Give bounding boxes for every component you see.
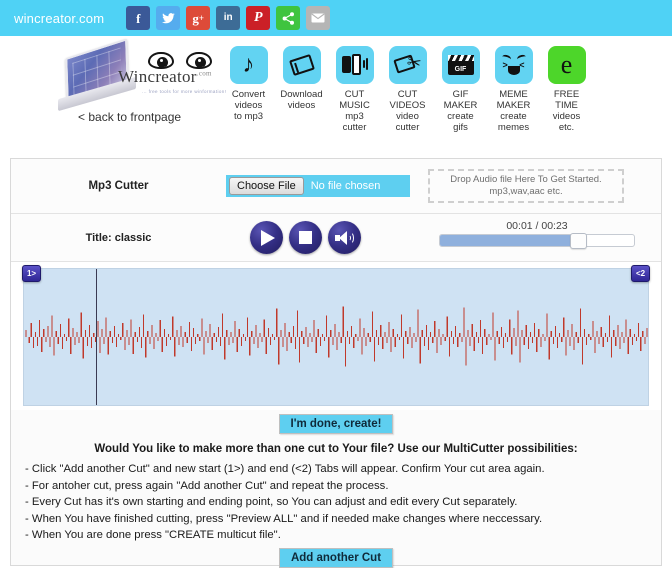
player-row: Title: classic 00:01 / 00:23 <box>11 214 661 262</box>
time-display: 00:01 / 00:23 <box>506 220 568 232</box>
tool-icon-menu: ♪ Convert videos to mp3 Download videos … <box>222 36 593 133</box>
brand-wordmark: Wincreator.com <box>118 67 238 87</box>
file-input-row: Mp3 Cutter Choose File No file chosen Dr… <box>11 159 661 214</box>
facebook-share-button[interactable]: f <box>126 6 151 30</box>
menu-label-download: Download videos <box>280 89 323 111</box>
tool-title: Mp3 Cutter <box>88 180 149 192</box>
multicutter-instructions: Would You like to make more than one cut… <box>11 443 661 544</box>
instruction-line: - For antoher cut, press again "Add anot… <box>25 479 389 492</box>
dropzone-line-1: Drop Audio file Here To Get Started. <box>450 174 602 185</box>
pinterest-share-button[interactable]: P <box>246 6 271 30</box>
phones-audio-icon <box>335 46 374 84</box>
brand-tagline: ... free tools for more winformation! <box>142 89 227 94</box>
progress-knob[interactable] <box>569 233 587 249</box>
brand-wordmark-suffix: .com <box>196 69 212 78</box>
brand-area: Wincreator.com ... free tools for more w… <box>0 36 226 124</box>
add-cut-button-area: Add another Cut <box>11 547 661 568</box>
share-icon-button[interactable] <box>276 6 301 30</box>
film-frame-icon <box>282 46 321 84</box>
menu-item-cut-videos[interactable]: ✂ CUT VIDEOS video cutter <box>381 46 434 133</box>
instruction-line: - When You have finished cutting, press … <box>25 512 543 525</box>
site-name: wincreator.com <box>14 10 105 26</box>
menu-item-free-time[interactable]: e FREE TIME videos etc. <box>540 46 593 133</box>
menu-item-cut-music[interactable]: CUT MUSIC mp3 cutter <box>328 46 381 133</box>
brand-wordmark-text: Wincreator <box>118 67 197 86</box>
menu-item-gif-maker[interactable]: GIF GIF MAKER create gifs <box>434 46 487 133</box>
play-button[interactable] <box>250 221 283 254</box>
progress-slider[interactable] <box>439 233 635 249</box>
menu-item-download-videos[interactable]: Download videos <box>275 46 328 133</box>
player-controls <box>250 221 361 254</box>
gif-clapper-icon: GIF <box>441 46 480 84</box>
cut-start-tab[interactable]: 1> <box>22 265 41 282</box>
audio-dropzone[interactable]: Drop Audio file Here To Get Started. mp3… <box>428 169 624 203</box>
waveform-area: 1> <2 <box>11 262 661 410</box>
meme-face-icon: > < <box>494 46 533 84</box>
track-title: Title: classic <box>85 231 152 244</box>
file-input[interactable]: Choose File No file chosen <box>226 175 410 197</box>
add-another-cut-button[interactable]: Add another Cut <box>278 547 394 568</box>
waveform-canvas[interactable]: 1> <2 <box>22 265 650 406</box>
email-share-button[interactable] <box>306 6 331 30</box>
letter-e-icon: e <box>547 46 586 84</box>
top-bar: wincreator.com f g + in P <box>0 0 672 36</box>
instruction-line: - When You are done press "CREATE multic… <box>25 529 281 541</box>
twitter-bird-icon <box>161 12 175 23</box>
back-to-frontpage-link[interactable]: < back to frontpage <box>78 110 181 124</box>
twitter-share-button[interactable] <box>156 6 181 30</box>
waveform-graphic <box>25 306 648 367</box>
nav-strip: Wincreator.com ... free tools for more w… <box>0 36 672 158</box>
instruction-line: - Click "Add another Cut" and new start … <box>25 463 545 475</box>
music-note-icon: ♪ <box>229 46 268 84</box>
volume-button[interactable] <box>328 221 361 254</box>
progress-fill <box>440 235 578 246</box>
google-plus-share-button[interactable]: g + <box>186 6 211 30</box>
instruction-line: - Every Cut has it's own starting and en… <box>25 496 518 508</box>
menu-label-cut-videos: CUT VIDEOS video cutter <box>389 89 426 133</box>
menu-label-gif-maker: GIF MAKER create gifs <box>443 89 478 133</box>
playhead-line <box>95 269 97 405</box>
dropzone-line-2: mp3,wav,aac etc. <box>489 186 563 197</box>
instructions-heading: Would You like to make more than one cut… <box>94 443 578 455</box>
menu-label-cut-music: CUT MUSIC mp3 cutter <box>339 89 370 133</box>
done-button-area: I'm done, create! <box>11 414 661 434</box>
menu-item-meme-maker[interactable]: > < MEME MAKER create memes <box>487 46 540 133</box>
envelope-icon <box>311 13 325 23</box>
cut-end-tab[interactable]: <2 <box>631 265 650 282</box>
menu-label-meme-maker: MEME MAKER create memes <box>496 89 531 133</box>
playback-progress-area: 00:01 / 00:23 <box>439 220 635 249</box>
menu-label-free-time: FREE TIME videos etc. <box>552 89 581 133</box>
film-scissors-icon: ✂ <box>388 46 427 84</box>
social-share-bar: f g + in P <box>126 6 331 30</box>
mp3-cutter-panel: Mp3 Cutter Choose File No file chosen Dr… <box>10 158 662 568</box>
choose-file-button[interactable]: Choose File <box>229 177 304 195</box>
share-nodes-icon <box>282 11 294 25</box>
im-done-create-button[interactable]: I'm done, create! <box>278 414 394 434</box>
no-file-chosen-label: No file chosen <box>310 180 381 192</box>
linkedin-share-button[interactable]: in <box>216 6 241 30</box>
stop-button[interactable] <box>289 221 322 254</box>
wincreator-logo: Wincreator.com ... free tools for more w… <box>118 52 238 94</box>
